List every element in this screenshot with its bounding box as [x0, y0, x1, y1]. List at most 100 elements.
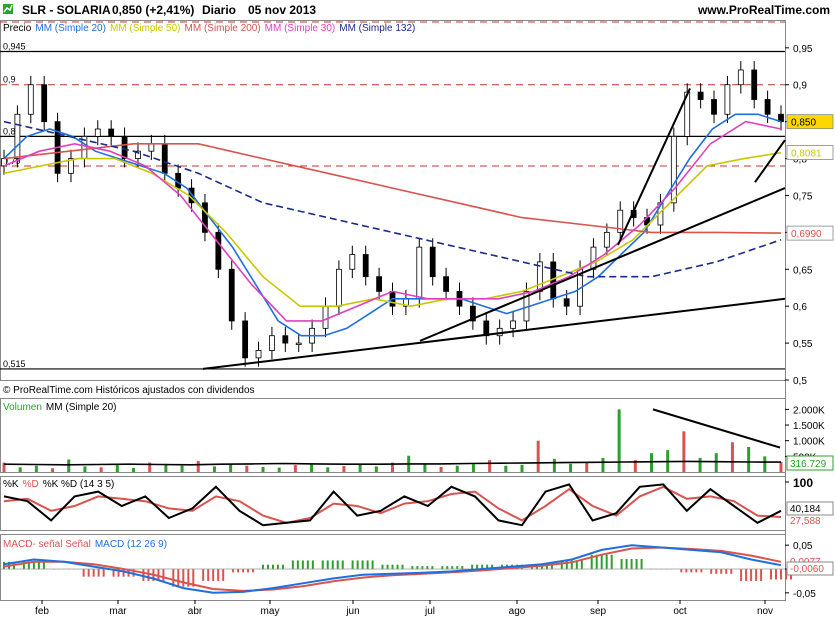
volume-bar — [536, 440, 540, 472]
ticker-label: SLR - SOLARIA — [22, 3, 111, 17]
macd-histogram-bar — [715, 569, 718, 574]
volume-bar — [196, 461, 200, 472]
volume-bar — [342, 466, 346, 472]
macd-histogram-bar — [311, 560, 314, 570]
stochastic-k-line — [3, 483, 782, 527]
macd-histogram-bar — [730, 569, 733, 574]
macd-histogram-bar — [625, 558, 628, 570]
volume-bar — [229, 464, 233, 472]
x-tick-label-2: abr — [188, 606, 203, 617]
x-tick-label-6: ago — [509, 606, 526, 617]
macd-histogram-bar — [356, 560, 359, 570]
macd-histogram-bar — [217, 569, 220, 581]
candle-body — [349, 254, 356, 270]
macd-histogram-bar — [252, 569, 255, 573]
candle-body — [603, 231, 610, 248]
x-tick-label-9: nov — [757, 606, 773, 617]
volume-bar — [99, 467, 103, 472]
macd-histogram-bar — [37, 561, 40, 570]
candle-body — [27, 84, 34, 115]
macd-histogram-bar — [242, 569, 245, 573]
macd-histogram-bar — [755, 569, 758, 581]
macd-histogram-bar — [212, 569, 215, 581]
candle-body — [336, 268, 342, 307]
macd-histogram-bar — [610, 554, 613, 570]
macd-histogram-bar — [97, 569, 100, 577]
macd-histogram-bar — [162, 569, 165, 581]
x-axis: feb mar abr may jun jul ago sep oct nov — [35, 600, 773, 617]
macd-histogram-bar — [341, 560, 344, 570]
candle-body — [108, 128, 115, 137]
volume-bar — [51, 468, 55, 472]
macd-histogram-bar — [695, 569, 698, 573]
trendline-3 — [754, 139, 786, 183]
candle-body — [510, 320, 516, 329]
candle-body — [14, 113, 21, 159]
website-label[interactable]: www.ProRealTime.com — [697, 3, 830, 17]
macd-histogram-bar — [32, 561, 35, 570]
y-tick-label-1: 0,9 — [793, 81, 807, 92]
legend-entry-4: MM (Simple 30) — [265, 23, 336, 34]
volume-bar — [714, 453, 718, 472]
macd-histogram-bar — [202, 569, 205, 581]
macd-value: -0,0060 — [790, 564, 824, 575]
candle-body — [724, 84, 731, 115]
stochastic-panel: 100 40,18427,588 %K %D %K %D (14 3 5) — [3, 476, 834, 527]
volume-bar — [132, 467, 135, 472]
macd-histogram-bar — [690, 569, 693, 573]
legend-entry-1: MM (Simple 20) — [35, 23, 106, 34]
x-tick-label-0: feb — [35, 606, 49, 617]
candle-body — [429, 246, 436, 278]
macd-histogram-bar — [366, 560, 369, 570]
volume-last-label: 316.729 — [790, 459, 827, 470]
volume-bar — [358, 464, 362, 472]
period-label: Diario — [202, 3, 236, 17]
stochastic-legend-params: %K %D (14 3 5) — [43, 479, 115, 490]
volume-bar — [601, 457, 605, 472]
candle-body — [282, 335, 289, 344]
volume-bar — [779, 462, 783, 472]
volume-bar — [310, 463, 314, 472]
volume-bar — [212, 466, 216, 472]
macd-histogram-bar — [371, 560, 374, 570]
macd-histogram-bar — [620, 558, 623, 570]
macd-histogram-bar — [147, 569, 150, 581]
candle-body — [255, 350, 262, 359]
candle-body — [121, 136, 128, 159]
volume-bar — [471, 464, 475, 472]
candle-body — [443, 276, 449, 292]
volume-y-tick-label-2: 1.000K — [793, 437, 825, 448]
candle-body — [751, 69, 758, 100]
macd-histogram-bar — [640, 558, 643, 570]
panel-frame-0 — [0, 20, 786, 381]
header-bar: SLR - SOLARIA 0,850 (+2,41%) Diario 05 n… — [0, 0, 835, 20]
volume-bar — [569, 463, 573, 472]
macd-histogram-bar — [326, 560, 329, 570]
volume-bar — [115, 465, 119, 472]
volume-legend-ma: MM (Simple 20) — [46, 402, 117, 413]
candle-body — [94, 128, 101, 137]
volume-y-tick-label-1: 1.500K — [793, 421, 825, 432]
candle-body — [41, 84, 48, 123]
price-box-label-1: 0,8081 — [791, 149, 822, 160]
macd-histogram-bar — [775, 569, 777, 580]
macd-histogram-bar — [247, 569, 250, 573]
macd-histogram-bar — [580, 560, 583, 570]
macd-histogram-bar — [780, 569, 782, 580]
macd-histogram-bar — [82, 569, 85, 577]
chart-canvas: SLR - SOLARIA 0,850 (+2,41%) Diario 05 n… — [0, 0, 835, 617]
macd-histogram-bar — [351, 560, 354, 570]
macd-histogram-bar — [720, 569, 723, 574]
candle-body — [563, 298, 570, 307]
macd-histogram-bar — [291, 560, 294, 570]
macd-histogram-bar — [740, 569, 743, 581]
candle-body — [148, 143, 155, 152]
volume-bar — [423, 463, 427, 472]
candle-body — [295, 342, 302, 345]
macd-histogram-bar — [306, 560, 309, 570]
stochastic-y-label: 100 — [793, 476, 813, 490]
stochastic-legend-d: %D — [23, 479, 39, 490]
candle-body — [228, 268, 235, 322]
volume-bar — [730, 442, 734, 472]
volume-bar — [520, 464, 524, 472]
